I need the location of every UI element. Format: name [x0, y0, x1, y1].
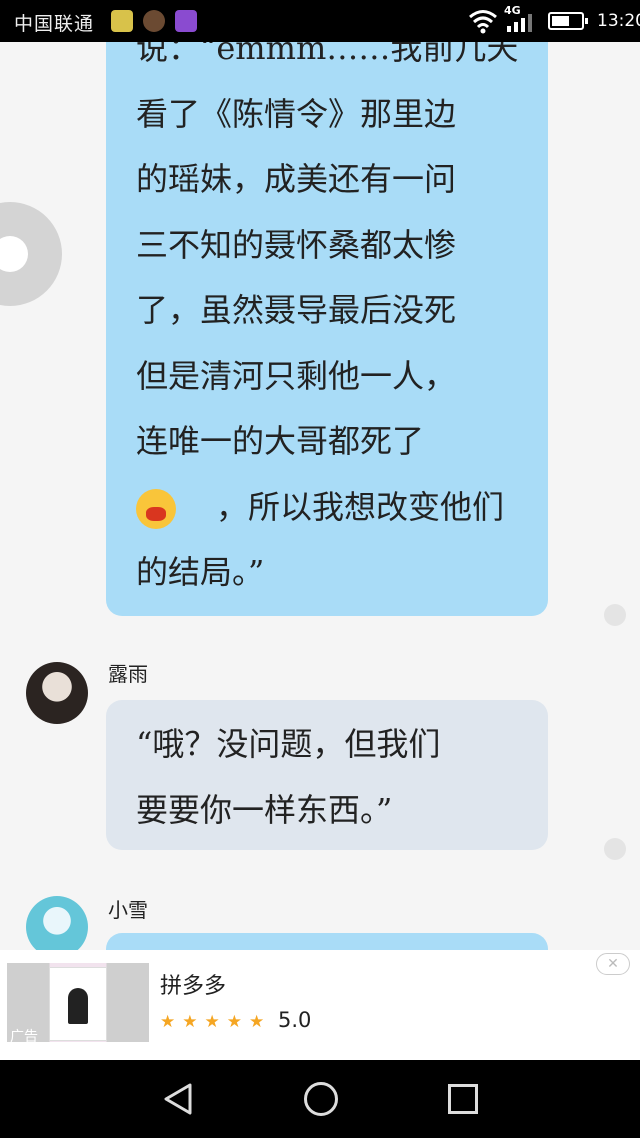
ad-tag: 广告 — [10, 1029, 38, 1045]
ad-banner[interactable]: 广告 拼多多 ★★★★★ 5.0 ✕ — [0, 950, 640, 1060]
avatar[interactable] — [26, 896, 88, 958]
crying-face-icon — [136, 489, 176, 529]
chat-area[interactable]: 说：“emmm……我前几天 看了《陈情令》那里边 的瑶妹，成美还有一问 三不知的… — [0, 42, 640, 960]
ad-title[interactable]: 拼多多 — [160, 968, 226, 1000]
message-line: 了，虽然聂导最后没死 — [136, 291, 457, 329]
notification-avatar-icon — [143, 10, 165, 32]
signal-icon — [507, 14, 532, 32]
message-line: 看了《陈情令》那里边 — [136, 94, 457, 133]
message-line: 说：“emmm……我前几天 — [136, 42, 519, 67]
ad-rating: 5.0 — [278, 1008, 312, 1032]
battery-fill — [552, 16, 569, 26]
message-line-with-emoji: ，所以我想改变他们 — [136, 475, 528, 541]
star-rating-icon: ★★★★★ — [160, 1012, 272, 1032]
message-line: 连唯一的大哥都死了 — [136, 422, 425, 460]
read-status-dot — [604, 838, 626, 860]
back-icon[interactable] — [162, 1082, 194, 1116]
status-bar: 中国联通 4G 13:20 — [0, 0, 640, 42]
clock: 13:20 — [597, 11, 640, 31]
message-line: 要要你一样东西。” — [136, 790, 393, 829]
floating-assistant-button[interactable] — [0, 202, 62, 306]
notification-app-icon — [111, 10, 133, 32]
message-bubble-mine[interactable]: 说：“emmm……我前几天 看了《陈情令》那里边 的瑶妹，成美还有一问 三不知的… — [106, 42, 548, 616]
message-line: 的结局。” — [136, 553, 265, 591]
navigation-bar — [0, 1060, 640, 1138]
read-status-dot — [604, 604, 626, 626]
avatar[interactable] — [26, 662, 88, 724]
notification-gallery-icon — [175, 10, 197, 32]
message-line: “哦？没问题，但我们 — [136, 725, 441, 763]
home-icon[interactable] — [304, 1082, 338, 1116]
message-line: 但是清河只剩他一人， — [136, 356, 457, 395]
message-line: 的瑶妹，成美还有一问 — [136, 160, 457, 198]
message-bubble-other[interactable]: “哦？没问题，但我们 要要你一样东西。” — [106, 700, 548, 850]
battery-icon — [548, 12, 588, 30]
ad-poster — [49, 967, 107, 1041]
message-line: ，所以我想改变他们 — [216, 487, 505, 526]
sender-name: 小雪 — [108, 898, 148, 922]
wifi-icon — [469, 10, 497, 34]
close-icon[interactable]: ✕ — [596, 953, 630, 975]
carrier-label: 中国联通 — [14, 13, 95, 35]
sender-name: 露雨 — [108, 662, 148, 686]
message-line: 三不知的聂怀桑都太惨 — [136, 225, 457, 264]
recent-apps-icon[interactable] — [448, 1084, 478, 1114]
